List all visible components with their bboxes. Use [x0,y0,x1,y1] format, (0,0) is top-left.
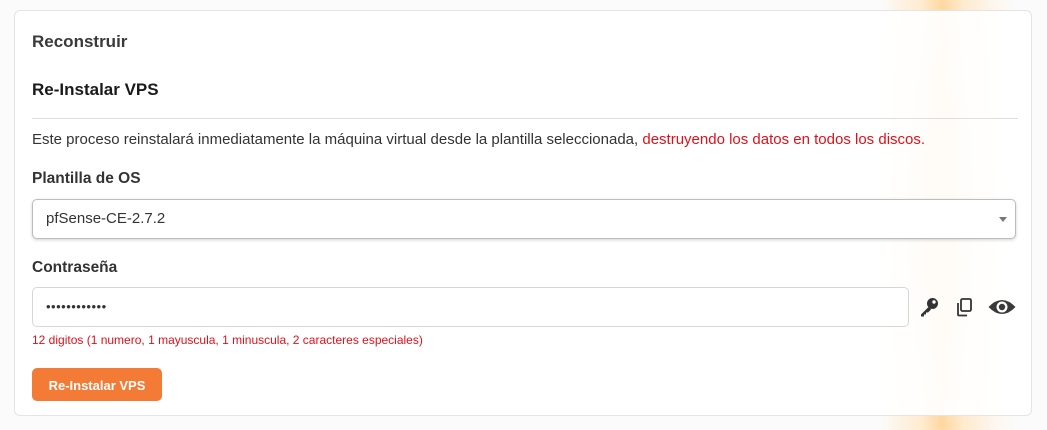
copy-icon[interactable] [954,296,974,318]
password-value: •••••••••••• [46,299,107,314]
os-template-value: pfSense-CE-2.7.2 [46,210,166,227]
description: Este proceso reinstalará inmediatamente … [32,131,925,148]
divider [32,118,1018,119]
caret-down-icon [999,217,1007,222]
eye-icon[interactable] [987,296,1017,318]
password-label: Contraseña [32,259,118,276]
key-icon[interactable] [918,296,940,318]
rebuild-card: Reconstruir Re-Instalar VPS Este proceso… [14,10,1032,416]
os-template-select[interactable]: pfSense-CE-2.7.2 [32,199,1016,239]
password-hint: 12 digitos (1 numero, 1 mayuscula, 1 min… [32,333,423,347]
card-title: Reconstruir [32,32,128,51]
password-input[interactable]: •••••••••••• [32,287,909,327]
warning-text: destruyendo los datos en todos los disco… [642,131,926,148]
description-text: Este proceso reinstalará inmediatamente … [32,131,643,148]
os-template-label: Plantilla de OS [32,170,141,187]
reinstall-vps-button[interactable]: Re-Instalar VPS [32,368,162,401]
section-title: Re-Instalar VPS [32,80,159,99]
